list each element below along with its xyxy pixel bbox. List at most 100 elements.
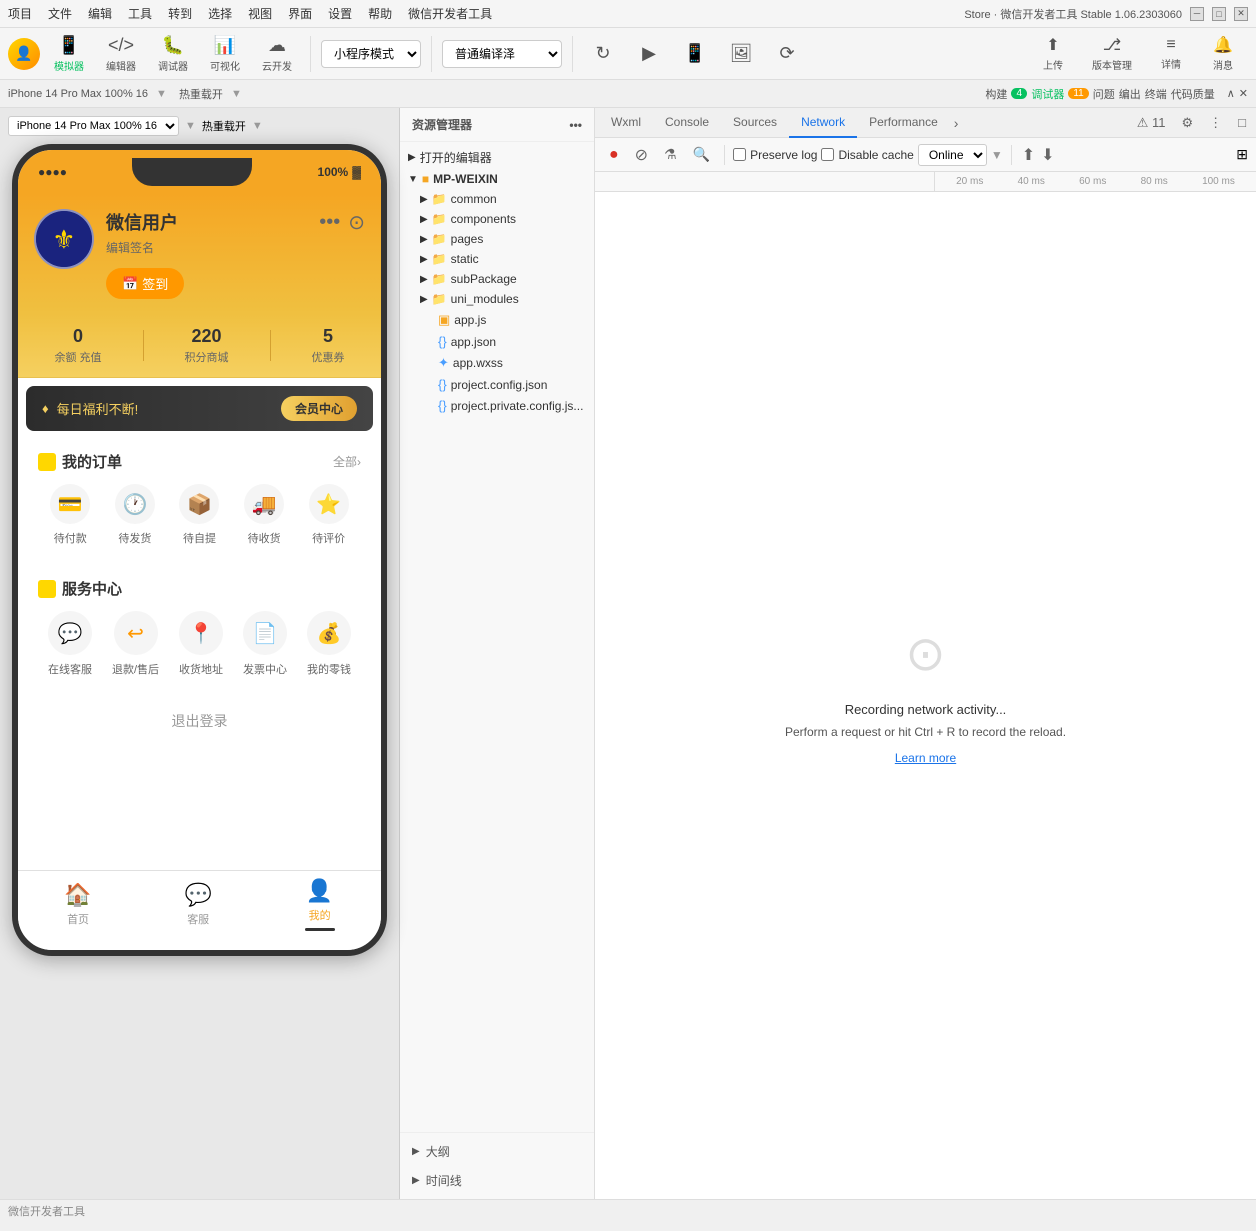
more-tabs-icon[interactable]: › [954,115,959,131]
preserve-log-checkbox[interactable] [733,148,746,161]
menu-item-settings[interactable]: 设置 [328,5,352,22]
menu-item-edit[interactable]: 编辑 [88,5,112,22]
debugger-button[interactable]: 🐛 调试器 [150,31,196,77]
folder-pages[interactable]: ▶ 📁 pages [400,229,594,249]
avatar[interactable]: 👤 [8,38,40,70]
folder-static[interactable]: ▶ 📁 static [400,249,594,269]
upload-button[interactable]: ⬆ 上传 [1028,31,1078,76]
order-pending-receive[interactable]: 🚚 待收货 [244,484,284,546]
order-pending-ship[interactable]: 🕐 待发货 [115,484,155,546]
record-network-button[interactable]: ● [603,144,625,166]
warning-badge[interactable]: ⚠ 11 [1131,112,1172,134]
refresh-button[interactable]: ↻ [583,39,623,68]
folder-components[interactable]: ▶ 📁 components [400,209,594,229]
stat-points[interactable]: 220 积分商城 [185,326,229,365]
record-button[interactable]: ⊙ [348,210,365,235]
menu-item-file[interactable]: 文件 [48,5,72,22]
tab-issues[interactable]: 问题 [1093,86,1115,102]
screenshot-toggle[interactable]: 热重载开 [179,86,223,102]
phone-view-button[interactable]: 📱 [675,39,715,68]
menu-item-project[interactable]: 项目 [8,5,32,22]
mode-select[interactable]: 小程序模式 [321,40,421,68]
restore-button[interactable]: □ [1212,7,1226,21]
more-options-icon[interactable]: ⋮ [1203,112,1228,134]
stat-balance[interactable]: 0 余额 充值 [54,326,101,365]
message-button[interactable]: 🔔 消息 [1198,31,1248,76]
file-projectconfig[interactable]: {} project.config.json [400,374,594,395]
panel-collapse-icon[interactable]: ∧ [1227,87,1235,100]
see-all-orders[interactable]: 全部 › [333,453,361,470]
tab-terminal[interactable]: 终端 [1145,86,1167,102]
compile-select[interactable]: 普通编译泽 [442,40,562,68]
play-button[interactable]: ▶ [629,39,669,68]
outline-item[interactable]: ▶ 大纲 [400,1137,594,1166]
dt-tab-performance[interactable]: Performance [857,108,950,138]
tab-quality[interactable]: 代码质量 [1171,86,1215,102]
minimize-button[interactable]: － [1190,7,1204,21]
service-customer[interactable]: 💬 在线客服 [48,611,92,677]
device-select[interactable]: iPhone 14 Pro Max 100% 16 [8,116,179,136]
version-button[interactable]: ⎇ 版本管理 [1080,31,1144,76]
disable-cache-label[interactable]: Disable cache [821,148,913,162]
tab-build[interactable]: 构建 4 [985,86,1027,102]
timeline-item[interactable]: ▶ 时间线 [400,1166,594,1195]
dt-tab-console[interactable]: Console [653,108,721,138]
close-button[interactable]: ✕ [1234,7,1248,21]
open-editors-section[interactable]: ▶ 打开的编辑器 [400,146,594,169]
folder-subpackage[interactable]: ▶ 📁 subPackage [400,269,594,289]
file-appjson[interactable]: {} app.json [400,331,594,352]
order-pending-pickup[interactable]: 📦 待自提 [179,484,219,546]
visual-button[interactable]: 📊 可视化 [202,31,248,77]
nav-home[interactable]: 🏠 首页 [64,882,91,927]
folder-common[interactable]: ▶ 📁 common [400,189,594,209]
editor-button[interactable]: </> 编辑器 [98,31,144,77]
menu-item-goto[interactable]: 转到 [168,5,192,22]
logout-button[interactable]: 退出登录 [26,697,373,745]
device-selector[interactable]: iPhone 14 Pro Max 100% 16 [8,88,148,100]
more-button[interactable]: ••• [319,211,340,234]
export-button[interactable]: ⬇ [1039,143,1056,167]
nav-mine[interactable]: 👤 我的 [305,878,335,931]
tab-debugger[interactable]: 调试器 11 [1031,86,1088,102]
menu-item-tools[interactable]: 工具 [128,5,152,22]
rotate-button[interactable]: ⟳ [767,39,807,68]
undock-icon[interactable]: □ [1232,112,1252,133]
search-button[interactable]: 🔍 [687,144,716,165]
file-appwxss[interactable]: ✦ app.wxss [400,352,594,374]
member-banner[interactable]: ♦ 每日福利不断! 会员中心 [26,386,373,431]
menu-item-view[interactable]: 视图 [248,5,272,22]
throttle-select[interactable]: Online [918,144,987,166]
nav-service[interactable]: 💬 客服 [184,882,211,927]
filter-expand-icon[interactable]: ⊞ [1236,146,1248,163]
stop-network-button[interactable]: ⊘ [629,143,654,167]
disable-cache-checkbox[interactable] [821,148,834,161]
settings-icon[interactable]: ⚙ [1175,112,1199,134]
learn-more-link[interactable]: Learn more [895,751,956,765]
simulator-button[interactable]: 📱 模拟器 [46,31,92,77]
dt-tab-network[interactable]: Network [789,108,857,138]
menu-item-select[interactable]: 选择 [208,5,232,22]
order-pending-pay[interactable]: 💳 待付款 [50,484,90,546]
stat-coupons[interactable]: 5 优惠券 [311,326,344,365]
preserve-log-label[interactable]: Preserve log [733,148,817,162]
checkin-button[interactable]: 📅 签到 [106,268,184,299]
file-more-icon[interactable]: ••• [569,118,582,132]
cloud-button[interactable]: ☁ 云开发 [254,31,300,77]
file-projectprivate[interactable]: {} project.private.config.js... [400,395,594,416]
order-pending-review[interactable]: ⭐ 待评价 [309,484,349,546]
filter-button[interactable]: ⚗ [658,144,683,165]
tab-output[interactable]: 编出 [1119,86,1141,102]
menu-item-devtools[interactable]: 微信开发者工具 [408,5,492,22]
dt-tab-sources[interactable]: Sources [721,108,789,138]
menu-item-interface[interactable]: 界面 [288,5,312,22]
screenshot-button[interactable]: 🖼 [721,39,761,68]
folder-unimodules[interactable]: ▶ 📁 uni_modules [400,289,594,309]
service-wallet[interactable]: 💰 我的零钱 [307,611,351,677]
menu-item-help[interactable]: 帮助 [368,5,392,22]
service-refund[interactable]: ↩ 退款/售后 [112,611,159,677]
service-address[interactable]: 📍 收货地址 [179,611,223,677]
import-button[interactable]: ⬆ [1020,143,1037,167]
dt-tab-wxml[interactable]: Wxml [599,108,653,138]
root-folder[interactable]: ▼ ■ MP-WEIXIN [400,169,594,189]
details-button[interactable]: ≡ 详情 [1146,32,1196,75]
